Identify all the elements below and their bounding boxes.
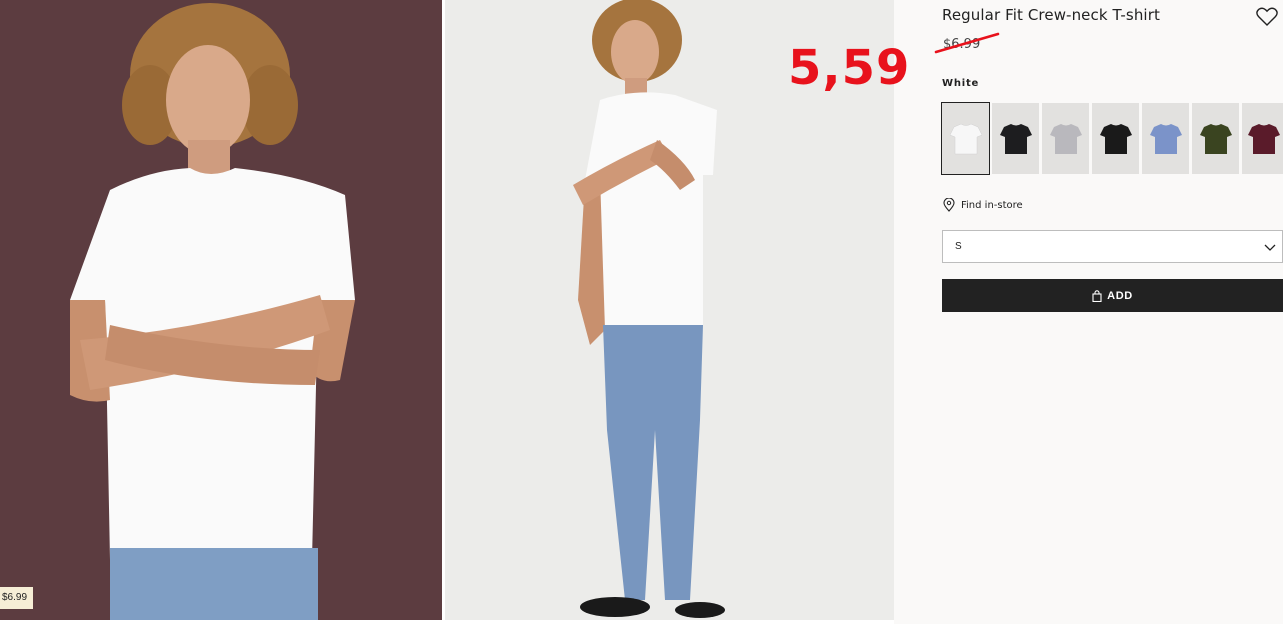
- tshirt-thumbnail-icon: [1248, 123, 1280, 154]
- tshirt-thumbnail-icon: [1099, 123, 1132, 154]
- color-swatch-black-2[interactable]: [1092, 103, 1139, 174]
- size-selector[interactable]: S: [942, 230, 1283, 263]
- old-price: $6.99: [943, 37, 981, 52]
- color-swatch-white[interactable]: [941, 102, 990, 175]
- find-in-store-link[interactable]: Find in-store: [943, 198, 1023, 212]
- product-details-panel: Regular Fit Crew-neck T-shirt $6.99 5,59…: [788, 0, 1283, 624]
- location-pin-icon: [943, 198, 955, 212]
- tshirt-thumbnail-icon: [949, 123, 982, 154]
- color-swatch-dark-green[interactable]: [1192, 103, 1239, 174]
- tshirt-thumbnail-icon: [1149, 123, 1182, 154]
- color-swatch-list: [941, 102, 1283, 175]
- tshirt-thumbnail-icon: [999, 123, 1032, 154]
- find-in-store-label: Find in-store: [961, 199, 1023, 211]
- color-swatch-burgundy[interactable]: [1242, 103, 1283, 174]
- tshirt-thumbnail-icon: [1049, 123, 1082, 154]
- selected-color-label: White: [942, 78, 980, 89]
- favorite-button[interactable]: [1256, 7, 1278, 27]
- color-swatch-black[interactable]: [992, 103, 1039, 174]
- add-to-bag-button[interactable]: ADD: [942, 279, 1283, 312]
- heart-icon: [1256, 7, 1278, 26]
- product-image-front[interactable]: $6.99: [0, 0, 442, 620]
- add-to-bag-label: ADD: [1107, 289, 1133, 302]
- selected-size-value: S: [955, 241, 962, 252]
- product-title: Regular Fit Crew-neck T-shirt: [942, 6, 1160, 24]
- color-swatch-blue[interactable]: [1142, 103, 1189, 174]
- color-swatch-light-grey[interactable]: [1042, 103, 1089, 174]
- handwritten-sale-price: 5,59: [788, 40, 911, 96]
- tshirt-thumbnail-icon: [1199, 123, 1232, 154]
- shopping-bag-icon: [1092, 289, 1102, 302]
- chevron-down-icon: [1264, 244, 1276, 251]
- model-front-illustration: [0, 0, 442, 620]
- image-bottom-strip: [0, 620, 894, 624]
- image-price-tag: $6.99: [0, 587, 34, 609]
